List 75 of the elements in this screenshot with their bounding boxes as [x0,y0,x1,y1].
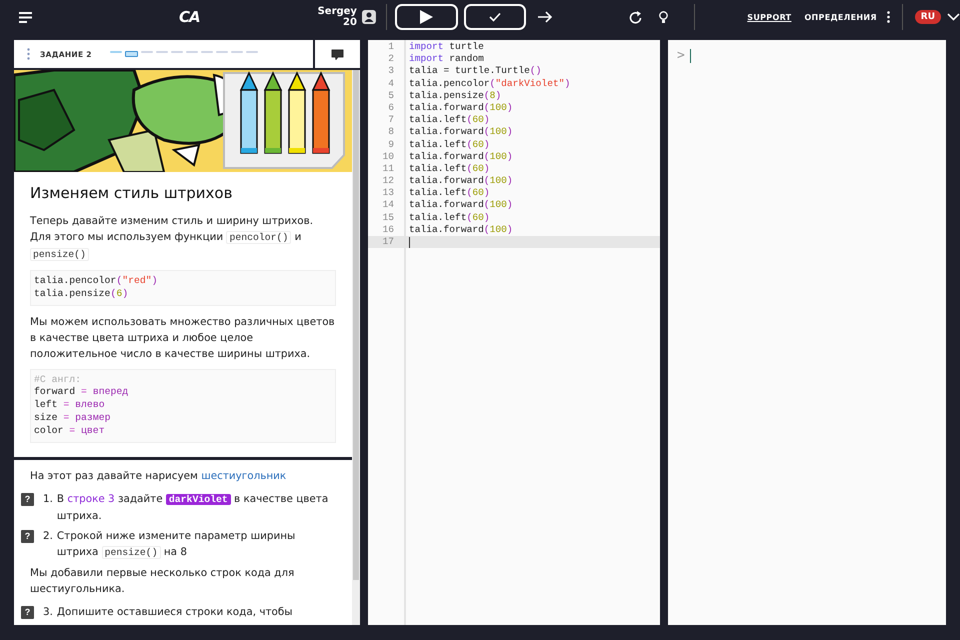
code-line: talia.pensize(8) [408,90,502,102]
text-cursor [409,237,410,248]
definitions-link[interactable]: ОПРЕДЕЛЕНИЯ [804,12,877,22]
task-text: Строкой ниже измените параметр ширины штриха pensize() на 8 [56,528,296,561]
code-line: talia.pencolor("darkViolet") [408,78,572,90]
code-line: talia.left(60) [408,114,491,126]
text-cursor [690,48,692,62]
line-number: 3 [387,65,395,78]
code-line: talia.left(60) [408,187,491,200]
task-number: 3. [43,604,53,620]
line-number: 5 [387,90,395,102]
line-number: 12 [381,175,395,188]
line-number: 6 [387,102,395,114]
code-line: talia = turtle.Turtle() [408,65,542,78]
code-line: talia.forward(100) [408,224,514,236]
points-count: 20 [342,17,357,28]
task-number: 2. [43,528,53,544]
drag-handle-icon[interactable] [27,48,30,60]
avatar-icon[interactable] [362,10,376,24]
arrow-right-icon[interactable] [538,10,552,24]
progress-step[interactable] [124,51,138,57]
code-line: talia.left(60) [408,212,491,224]
run-button[interactable] [394,4,458,30]
line-number: 9 [387,138,395,151]
paragraph: На этот раз давайте нарисуем шестиугольник [30,468,288,484]
code-block: #С англ: forward = вперед left = влево size = размер color = цвет [30,368,336,443]
code-line: talia.forward(100) [408,175,514,188]
line-number: 4 [387,78,395,90]
code-line: talia.forward(100) [408,150,514,163]
help-button[interactable]: ? [21,492,34,506]
line-number: 14 [381,199,395,212]
line-number: 7 [387,114,395,126]
line-number: 1 [387,41,395,54]
code-line: talia.forward(100) [408,102,514,114]
check-icon [489,12,502,22]
play-icon [420,10,433,24]
support-link[interactable]: SUPPORT [747,12,792,22]
task-text: Допишите оставшиеся строки кода, чтобы [56,604,292,620]
more-options-icon[interactable] [886,11,890,23]
line-number: 15 [381,212,395,224]
code-line: import random [408,53,485,66]
hexagon-link[interactable]: шестиугольник [201,470,286,482]
logo[interactable]: CA [178,8,200,26]
menu-icon[interactable] [19,12,32,22]
code-highlight: darkViolet [166,494,231,505]
paragraph: Теперь давайте изменим стиль и ширину штрихов. Для этого мы используем функции pencolor() и pensize() [30,214,314,263]
help-button[interactable]: ? [21,530,34,543]
code-line: import turtle [408,41,485,54]
code-line: talia.forward(100) [408,199,514,212]
line-number: 10 [381,150,395,163]
code-line: talia.left(60) [408,138,491,151]
line-number: 11 [381,162,395,176]
lightbulb-icon[interactable] [659,11,668,23]
paragraph: Мы можем использовать множество различных цветов в качестве цвета штриха и любое целое положительное число в качестве ширины штриха. [30,314,336,362]
task-number: 1. [43,492,53,507]
line-number: 2 [387,53,395,66]
line-reference-link[interactable]: строке 3 [67,492,115,505]
reload-icon[interactable] [629,10,642,24]
chevron-down-icon[interactable] [947,13,960,21]
code-block: talia.pencolor("red") talia.pensize(6) [30,270,336,306]
code-line: talia.forward(100) [408,126,514,138]
line-number: 16 [381,224,395,236]
paragraph: Мы добавили первые несколько строк кода для шестиугольника. [30,566,296,597]
line-number: 13 [381,187,395,200]
console-prompt: > [677,48,685,63]
task-text: В строке 3 задайте darkViolet в качестве цвета штриха. [56,492,330,524]
user-name: Sergey [318,6,357,17]
line-number: 17 [368,236,404,248]
lesson-heading: Изменяем стиль штрихов [30,184,234,202]
help-button[interactable]: ? [21,606,34,619]
code-line: talia.left(60) [408,162,491,176]
check-button[interactable] [464,4,526,30]
speech-bubble-icon [331,48,344,60]
line-number: 8 [387,126,395,138]
language-badge[interactable]: RU [914,10,942,24]
